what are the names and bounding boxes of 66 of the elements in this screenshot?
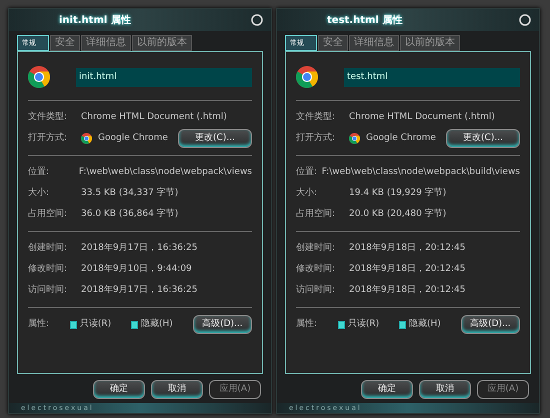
field-label: 文件类型: (296, 110, 336, 124)
field-value: Google Chrome (98, 132, 168, 145)
field-value: 2018年9月10日，9:44:09 (81, 262, 192, 276)
field-value: 33.5 KB (34,337 字节) (81, 186, 178, 200)
checkbox-label[interactable]: 只读(R) (348, 318, 380, 332)
advanced-button[interactable]: 高级(D)... (192, 314, 252, 334)
dialog-button[interactable]: 取消 (151, 380, 203, 399)
field-value: 2018年9月17日，16:36:25 (81, 284, 198, 297)
field-label: 创建时间: (28, 242, 68, 255)
field-value: 36.0 KB (36,864 字节) (81, 208, 178, 221)
tab[interactable]: 详细信息 (81, 35, 131, 51)
field-label: 创建时间: (296, 242, 336, 255)
tab[interactable]: 安全 (318, 35, 348, 51)
field-label: 访问时间: (28, 284, 68, 297)
field-label: 属性: (296, 318, 318, 331)
field-label: 文件类型: (28, 110, 68, 124)
advanced-button[interactable]: 高级(D)... (460, 314, 520, 334)
close-icon[interactable] (519, 14, 531, 26)
field-label: 打开方式: (296, 132, 336, 145)
dialog-button[interactable]: 确定 (361, 380, 413, 399)
field-value: Google Chrome (366, 132, 436, 145)
field-label: 打开方式: (28, 132, 68, 145)
tab[interactable]: 安全 (50, 35, 80, 51)
field-label: 占用空间: (28, 208, 68, 221)
dialog-button[interactable]: 确定 (93, 380, 145, 399)
field-value: Chrome HTML Document (.html) (349, 110, 495, 124)
field-label: 修改时间: (296, 262, 336, 276)
window-title: init.html 属性 (59, 14, 131, 28)
field-label: 大小: (296, 186, 318, 200)
field-label: 访问时间: (296, 284, 336, 297)
field-value: Chrome HTML Document (.html) (81, 110, 227, 124)
checkbox-label[interactable]: 隐藏(H) (140, 318, 173, 332)
checkbox[interactable] (338, 320, 345, 328)
checkbox-label[interactable]: 隐藏(H) (408, 318, 441, 332)
tab[interactable]: 以前的版本 (400, 35, 460, 51)
field-value: F:\web\web\class\node\webpack\build\views (322, 166, 520, 179)
field-label: 大小: (28, 186, 50, 200)
dialog-button[interactable]: 取消 (419, 380, 471, 399)
field-label: 修改时间: (28, 262, 68, 276)
file-name-field[interactable]: init.html (76, 68, 252, 86)
field-label: 属性: (28, 318, 50, 331)
checkbox[interactable] (70, 320, 77, 328)
chrome-icon (349, 133, 360, 144)
field-label: 位置: (296, 166, 318, 179)
field-label: 占用空间: (296, 208, 336, 221)
chrome-icon (296, 66, 318, 88)
change-button[interactable]: 更改(C)... (178, 128, 252, 148)
field-label: 位置: (28, 166, 50, 179)
field-value: 19.4 KB (19,929 字节) (349, 186, 446, 200)
window-title: test.html 属性 (327, 14, 402, 28)
file-name-field[interactable]: test.html (344, 68, 520, 86)
chrome-icon (81, 133, 92, 144)
checkbox-label[interactable]: 只读(R) (80, 318, 112, 332)
close-icon[interactable] (251, 14, 263, 26)
field-value: 2018年9月18日，20:12:45 (349, 284, 466, 297)
checkbox[interactable] (399, 320, 406, 328)
tab[interactable]: 以前的版本 (132, 35, 192, 51)
tab[interactable]: 详细信息 (349, 35, 399, 51)
field-value: 2018年9月18日，20:12:45 (349, 262, 466, 276)
change-button[interactable]: 更改(C)... (446, 128, 520, 148)
field-value: 2018年9月18日，20:12:45 (349, 242, 466, 255)
field-value: 20.0 KB (20,480 字节) (349, 208, 446, 221)
field-value: F:\web\web\class\node\webpack\views (78, 166, 252, 179)
chrome-icon (28, 66, 50, 88)
checkbox[interactable] (131, 320, 138, 328)
field-value: 2018年9月17日，16:36:25 (81, 242, 198, 255)
